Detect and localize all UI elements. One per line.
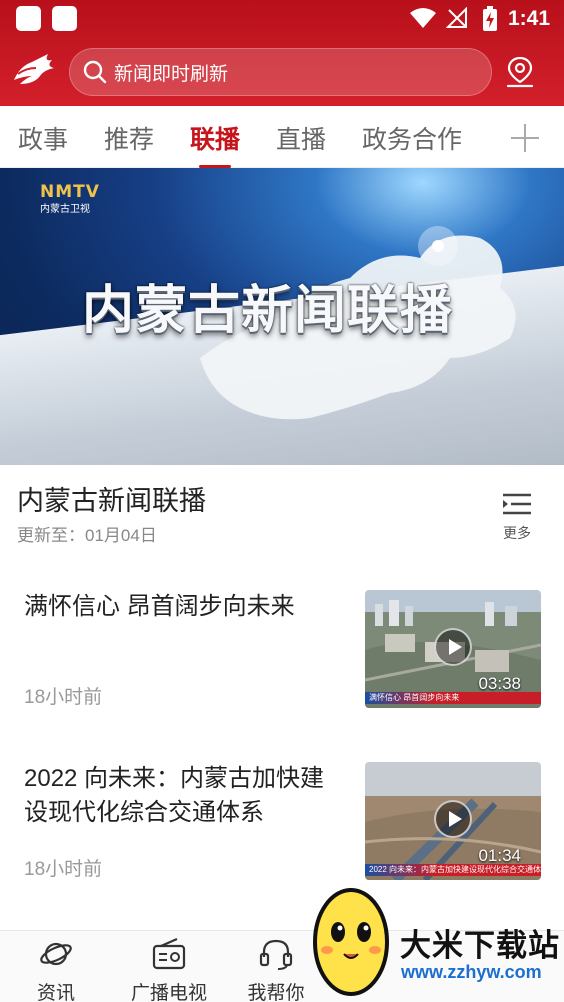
video-thumbnail[interactable]: 03:38 满怀信心 昂首阔步向未来 bbox=[365, 590, 541, 708]
watermark-url: www.zzhyw.com bbox=[401, 962, 542, 982]
tab-lianbo[interactable]: 联播 bbox=[190, 120, 240, 156]
news-title: 满怀信心 昂首阔步向未来 bbox=[24, 593, 295, 620]
nav-zixun[interactable]: 资讯 bbox=[6, 937, 106, 1002]
tab-zhengwu-hezuo[interactable]: 政务合作 bbox=[362, 120, 462, 156]
battery-charging-icon bbox=[483, 6, 497, 31]
program-title: 内蒙古新闻联播 bbox=[17, 486, 206, 516]
tab-tuijian[interactable]: 推荐 bbox=[104, 120, 154, 156]
thumbnail-caption: 满怀信心 昂首阔步向未来 bbox=[365, 692, 541, 704]
play-icon bbox=[434, 800, 472, 838]
radio-icon bbox=[152, 937, 186, 970]
video-duration: 01:34 bbox=[478, 846, 521, 865]
search-icon bbox=[82, 59, 108, 85]
program-update-date: 更新至：01月04日 bbox=[17, 526, 157, 545]
headset-icon bbox=[259, 939, 293, 970]
list-item[interactable]: 满怀信心 昂首阔步向未来 18小时前 03:38 满怀信心 昂首阔步向未来 bbox=[0, 590, 564, 740]
status-bar: 1:41 bbox=[0, 0, 564, 38]
more-label: 更多 bbox=[503, 525, 531, 541]
tab-zhengshi[interactable]: 政事 bbox=[18, 120, 68, 156]
channel-logo: NMTV 内蒙古卫视 bbox=[40, 182, 100, 215]
channel-tabs: 政事 推荐 联播 直播 政务合作 bbox=[0, 106, 564, 168]
wifi-icon bbox=[410, 8, 436, 28]
more-button[interactable]: 更多 bbox=[500, 492, 534, 543]
video-thumbnail[interactable]: 01:34 2022 向未来：内蒙古加快建设现代化综合交通体系 bbox=[365, 762, 541, 880]
banner-title: 内蒙古新闻联播 bbox=[82, 282, 454, 340]
notification-icon bbox=[52, 6, 77, 31]
app-header: 1:41 新闻即时刷新 bbox=[0, 0, 564, 106]
planet-icon bbox=[40, 942, 72, 966]
tab-zhibo[interactable]: 直播 bbox=[276, 120, 326, 156]
add-channel-icon[interactable] bbox=[509, 122, 541, 154]
app-logo-icon[interactable] bbox=[10, 52, 58, 88]
status-time: 1:41 bbox=[508, 7, 551, 30]
watermark-title: 大米下载站 bbox=[400, 928, 560, 963]
program-banner[interactable]: NMTV 内蒙古卫视 内蒙古新闻联播 bbox=[0, 168, 564, 465]
nav-radio-tv[interactable]: 广播电视 bbox=[119, 937, 219, 1002]
play-icon bbox=[434, 628, 472, 666]
no-signal-icon bbox=[446, 7, 467, 28]
nav-label: 广播电视 bbox=[130, 983, 207, 1002]
nav-label: 资讯 bbox=[36, 983, 75, 1002]
location-icon[interactable] bbox=[505, 55, 535, 89]
news-title: 2022 向未来：内蒙古加快建设现代化综合交通体系 bbox=[24, 765, 325, 826]
video-duration: 03:38 bbox=[478, 674, 521, 693]
news-time: 18小时前 bbox=[24, 687, 103, 708]
search-placeholder: 新闻即时刷新 bbox=[114, 63, 229, 85]
site-watermark: 大米下载站 www.zzhyw.com bbox=[305, 880, 564, 1002]
mascot-egg-icon bbox=[313, 888, 389, 996]
list-icon bbox=[503, 493, 531, 515]
notification-icon bbox=[16, 6, 41, 31]
thumbnail-caption: 2022 向未来：内蒙古加快建设现代化综合交通体系 bbox=[365, 864, 541, 876]
search-bar[interactable]: 新闻即时刷新 bbox=[69, 48, 492, 96]
news-time: 18小时前 bbox=[24, 859, 103, 880]
